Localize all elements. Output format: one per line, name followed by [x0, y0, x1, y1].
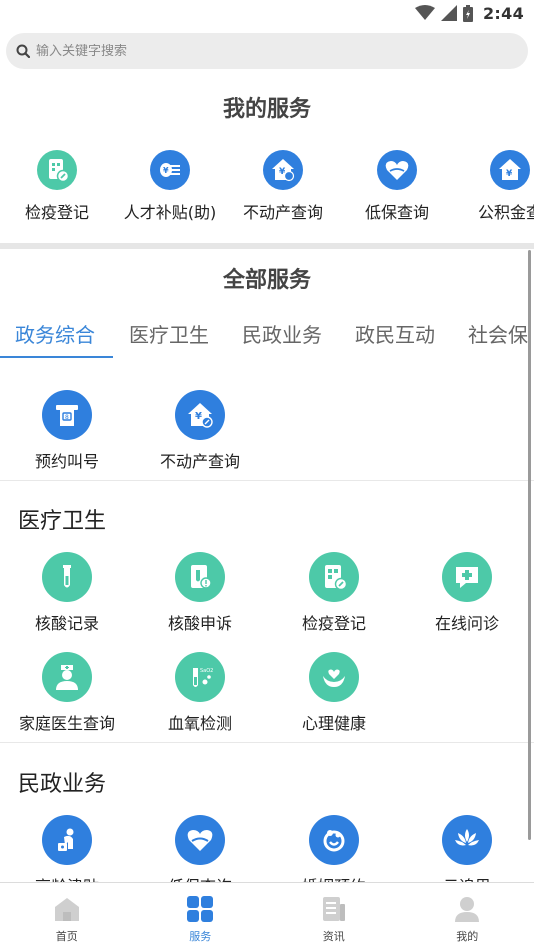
test-tube-icon	[42, 552, 92, 602]
services-grid-icon	[187, 896, 214, 922]
my-service-label: 人才补贴(助)	[123, 203, 217, 222]
divider	[0, 742, 534, 743]
service-label: 检疫登记	[301, 614, 366, 633]
test-appeal-icon	[175, 552, 225, 602]
service-mental-health[interactable]: 心理健康	[267, 652, 401, 734]
tab-gov-citizen-interaction[interactable]: 政民互动	[355, 319, 435, 348]
real-estate-query-icon: ¥	[175, 390, 225, 440]
battery-icon	[463, 4, 473, 22]
service-label: 核酸记录	[34, 614, 99, 633]
my-service-real-estate-query[interactable]: ¥ 不动产查询	[228, 150, 338, 223]
all-services-title: 全部服务	[222, 268, 311, 293]
my-service-label: 检疫登记	[24, 203, 89, 222]
mental-health-icon	[309, 652, 359, 702]
cloud-memorial-icon	[442, 815, 492, 865]
nav-label: 首页	[55, 930, 78, 943]
tab-gov-general[interactable]: 政务综合	[15, 319, 95, 348]
search-input[interactable]	[36, 43, 496, 59]
nav-home[interactable]: 首页	[0, 883, 134, 950]
housing-fund-icon: ¥	[490, 150, 530, 190]
family-doctor-icon	[42, 652, 92, 702]
tab-social-security[interactable]: 社会保	[468, 319, 528, 348]
home-icon	[54, 898, 79, 921]
svg-text:¥: ¥	[195, 411, 202, 422]
signal-icon	[441, 5, 457, 21]
nav-label: 资讯	[322, 930, 345, 943]
my-services-title: 我的服务	[222, 97, 311, 122]
wifi-icon	[415, 5, 435, 20]
my-service-label: 低保查询	[364, 203, 429, 222]
service-nucleic-appeal[interactable]: 核酸申诉	[133, 552, 267, 634]
bottom-navigation: 首页 服务 资讯 我的	[0, 882, 534, 950]
my-services-list: 检疫登记 ¥ 人才补贴(助) ¥ 不动产查询 低保查询 ¥ 公积金查	[0, 150, 534, 225]
service-family-doctor[interactable]: 家庭医生查询	[0, 652, 134, 734]
profile-icon	[455, 897, 480, 922]
tab-civil-affairs[interactable]: 民政业务	[242, 319, 322, 348]
nav-profile[interactable]: 我的	[401, 883, 534, 950]
service-label: 核酸申诉	[167, 614, 232, 633]
section-divider	[0, 243, 534, 249]
my-service-label: 公积金查	[477, 203, 534, 222]
subsistence-allowance-icon	[377, 150, 417, 190]
service-real-estate-query[interactable]: ¥ 不动产查询	[133, 390, 267, 472]
scrollbar[interactable]	[528, 250, 531, 840]
active-tab-indicator	[0, 356, 113, 358]
status-bar: 2:44	[0, 0, 534, 26]
service-queue-number[interactable]: 8 预约叫号	[0, 390, 134, 472]
nav-label: 我的	[456, 930, 479, 943]
search-bar[interactable]	[6, 33, 528, 69]
divider	[0, 480, 534, 481]
civil-section-title: 民政业务	[18, 772, 107, 797]
talent-subsidy-icon: ¥	[150, 150, 190, 190]
tab-medical[interactable]: 医疗卫生	[129, 319, 209, 348]
my-service-quarantine-register[interactable]: 检疫登记	[2, 150, 112, 223]
svg-text:¥: ¥	[163, 166, 169, 175]
marriage-appointment-icon	[309, 815, 359, 865]
service-label: 家庭医生查询	[18, 714, 115, 733]
clock: 2:44	[483, 3, 524, 23]
svg-text:8: 8	[65, 414, 69, 421]
service-blood-oxygen[interactable]: SaO2 血氧检测	[133, 652, 267, 734]
queue-number-icon: 8	[42, 390, 92, 440]
my-service-talent-subsidy[interactable]: ¥ 人才补贴(助)	[115, 150, 225, 223]
service-online-consultation[interactable]: 在线问诊	[400, 552, 534, 634]
nav-label: 服务	[189, 930, 212, 943]
subsistence-allowance-icon	[175, 815, 225, 865]
svg-text:¥: ¥	[506, 169, 513, 179]
service-quarantine-register[interactable]: 检疫登记	[267, 552, 401, 634]
service-label: 心理健康	[301, 714, 366, 733]
medical-cross-icon	[442, 552, 492, 602]
service-label: 血氧检测	[167, 714, 232, 733]
search-icon	[16, 44, 30, 58]
my-service-subsistence-allowance[interactable]: 低保查询	[342, 150, 452, 223]
nav-services[interactable]: 服务	[134, 883, 268, 950]
nav-news[interactable]: 资讯	[267, 883, 401, 950]
quarantine-register-icon	[309, 552, 359, 602]
news-icon	[322, 897, 345, 921]
service-category-tabs: 政务综合 医疗卫生 民政业务 政民互动 社会保	[0, 315, 534, 359]
quarantine-register-icon	[37, 150, 77, 190]
blood-oxygen-icon: SaO2	[175, 652, 225, 702]
service-label: 不动产查询	[159, 452, 240, 471]
service-label: 预约叫号	[34, 452, 99, 471]
my-service-label: 不动产查询	[242, 203, 323, 222]
real-estate-query-icon: ¥	[263, 150, 303, 190]
service-label: 在线问诊	[434, 614, 499, 633]
service-nucleic-record[interactable]: 核酸记录	[0, 552, 134, 634]
svg-text:SaO2: SaO2	[200, 668, 213, 674]
medical-section-title: 医疗卫生	[18, 509, 107, 534]
elderly-allowance-icon	[42, 815, 92, 865]
my-service-housing-fund[interactable]: ¥ 公积金查	[455, 150, 534, 223]
